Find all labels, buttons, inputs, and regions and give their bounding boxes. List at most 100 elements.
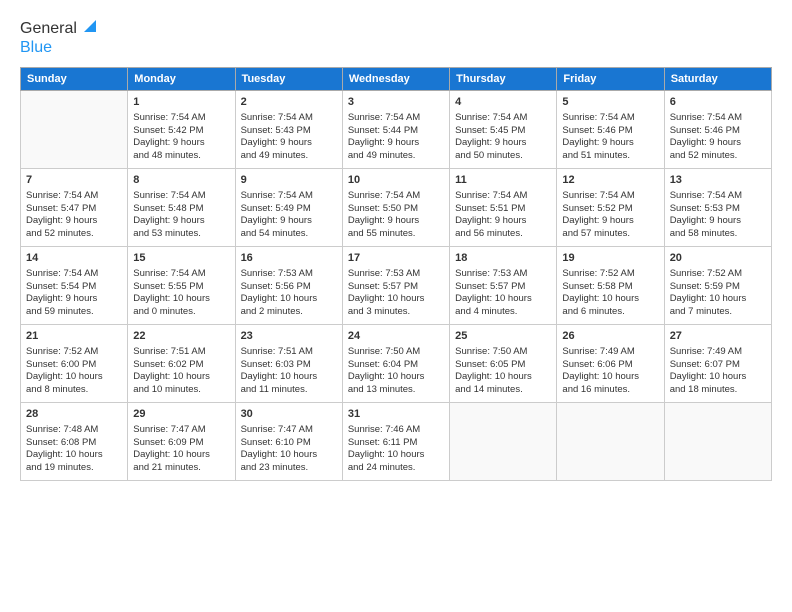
day-cell: 2 Sunrise: 7:54 AM Sunset: 5:43 PM Daylig… — [235, 91, 342, 169]
day-cell: 30Sunrise: 7:47 AM Sunset: 6:10 PM Dayli… — [235, 403, 342, 481]
day-info: Sunrise: 7:47 AM Sunset: 6:10 PM Dayligh… — [241, 424, 337, 475]
week-row-1: 7 Sunrise: 7:54 AM Sunset: 5:47 PM Daylig… — [21, 169, 772, 247]
calendar-table: SundayMondayTuesdayWednesdayThursdayFrid… — [20, 67, 772, 481]
day-number: 28 — [26, 407, 122, 422]
day-info: Sunrise: 7:54 AM Sunset: 5:49 PM Dayligh… — [241, 190, 337, 241]
day-number: 18 — [455, 251, 551, 266]
day-number: 3 — [348, 95, 444, 110]
week-row-0: 1Sunrise: 7:54 AM Sunset: 5:42 PM Daylig… — [21, 91, 772, 169]
day-number: 5 — [562, 95, 658, 110]
day-cell: 8 Sunrise: 7:54 AM Sunset: 5:48 PM Daylig… — [128, 169, 235, 247]
day-info: Sunrise: 7:51 AM Sunset: 6:03 PM Dayligh… — [241, 346, 337, 397]
day-cell: 9 Sunrise: 7:54 AM Sunset: 5:49 PM Daylig… — [235, 169, 342, 247]
day-cell: 6 Sunrise: 7:54 AM Sunset: 5:46 PM Daylig… — [664, 91, 771, 169]
day-number: 27 — [670, 329, 766, 344]
header-row: SundayMondayTuesdayWednesdayThursdayFrid… — [21, 68, 772, 91]
weekday-header-monday: Monday — [128, 68, 235, 91]
day-number: 8 — [133, 173, 229, 188]
day-info: Sunrise: 7:54 AM Sunset: 5:46 PM Dayligh… — [670, 112, 766, 163]
day-cell: 1Sunrise: 7:54 AM Sunset: 5:42 PM Daylig… — [128, 91, 235, 169]
day-info: Sunrise: 7:47 AM Sunset: 6:09 PM Dayligh… — [133, 424, 229, 475]
day-cell: 5 Sunrise: 7:54 AM Sunset: 5:46 PM Daylig… — [557, 91, 664, 169]
day-number: 14 — [26, 251, 122, 266]
day-cell: 20 Sunrise: 7:52 AM Sunset: 5:59 PM Dayli… — [664, 247, 771, 325]
weekday-header-saturday: Saturday — [664, 68, 771, 91]
day-info: Sunrise: 7:49 AM Sunset: 6:06 PM Dayligh… — [562, 346, 658, 397]
day-cell — [21, 91, 128, 169]
day-cell: 11Sunrise: 7:54 AM Sunset: 5:51 PM Dayli… — [450, 169, 557, 247]
day-number: 9 — [241, 173, 337, 188]
day-cell: 4Sunrise: 7:54 AM Sunset: 5:45 PM Daylig… — [450, 91, 557, 169]
logo-arrow-icon — [80, 18, 96, 34]
day-info: Sunrise: 7:53 AM Sunset: 5:56 PM Dayligh… — [241, 268, 337, 319]
day-info: Sunrise: 7:48 AM Sunset: 6:08 PM Dayligh… — [26, 424, 122, 475]
week-row-3: 21 Sunrise: 7:52 AM Sunset: 6:00 PM Dayli… — [21, 325, 772, 403]
day-info: Sunrise: 7:54 AM Sunset: 5:48 PM Dayligh… — [133, 190, 229, 241]
day-cell: 16 Sunrise: 7:53 AM Sunset: 5:56 PM Dayli… — [235, 247, 342, 325]
day-info: Sunrise: 7:52 AM Sunset: 5:59 PM Dayligh… — [670, 268, 766, 319]
logo: General Blue — [20, 18, 96, 57]
weekday-header-friday: Friday — [557, 68, 664, 91]
day-info: Sunrise: 7:54 AM Sunset: 5:52 PM Dayligh… — [562, 190, 658, 241]
day-cell: 21 Sunrise: 7:52 AM Sunset: 6:00 PM Dayli… — [21, 325, 128, 403]
day-cell: 24 Sunrise: 7:50 AM Sunset: 6:04 PM Dayli… — [342, 325, 449, 403]
day-info: Sunrise: 7:54 AM Sunset: 5:54 PM Dayligh… — [26, 268, 122, 319]
day-cell: 25 Sunrise: 7:50 AM Sunset: 6:05 PM Dayli… — [450, 325, 557, 403]
day-info: Sunrise: 7:54 AM Sunset: 5:53 PM Dayligh… — [670, 190, 766, 241]
day-number: 21 — [26, 329, 122, 344]
day-number: 13 — [670, 173, 766, 188]
day-number: 25 — [455, 329, 551, 344]
day-cell: 10Sunrise: 7:54 AM Sunset: 5:50 PM Dayli… — [342, 169, 449, 247]
week-row-4: 28 Sunrise: 7:48 AM Sunset: 6:08 PM Dayli… — [21, 403, 772, 481]
day-cell: 31Sunrise: 7:46 AM Sunset: 6:11 PM Dayli… — [342, 403, 449, 481]
day-number: 23 — [241, 329, 337, 344]
day-info: Sunrise: 7:49 AM Sunset: 6:07 PM Dayligh… — [670, 346, 766, 397]
day-info: Sunrise: 7:50 AM Sunset: 6:05 PM Dayligh… — [455, 346, 551, 397]
week-row-2: 14 Sunrise: 7:54 AM Sunset: 5:54 PM Dayli… — [21, 247, 772, 325]
day-number: 6 — [670, 95, 766, 110]
day-number: 17 — [348, 251, 444, 266]
day-info: Sunrise: 7:51 AM Sunset: 6:02 PM Dayligh… — [133, 346, 229, 397]
weekday-header-sunday: Sunday — [21, 68, 128, 91]
day-info: Sunrise: 7:54 AM Sunset: 5:43 PM Dayligh… — [241, 112, 337, 163]
day-cell: 23 Sunrise: 7:51 AM Sunset: 6:03 PM Dayli… — [235, 325, 342, 403]
day-number: 12 — [562, 173, 658, 188]
day-cell: 27 Sunrise: 7:49 AM Sunset: 6:07 PM Dayli… — [664, 325, 771, 403]
logo-blue-text: Blue — [20, 39, 52, 57]
day-cell: 14 Sunrise: 7:54 AM Sunset: 5:54 PM Dayli… — [21, 247, 128, 325]
day-cell: 12 Sunrise: 7:54 AM Sunset: 5:52 PM Dayli… — [557, 169, 664, 247]
day-number: 24 — [348, 329, 444, 344]
day-cell — [557, 403, 664, 481]
day-info: Sunrise: 7:54 AM Sunset: 5:46 PM Dayligh… — [562, 112, 658, 163]
day-number: 15 — [133, 251, 229, 266]
day-info: Sunrise: 7:50 AM Sunset: 6:04 PM Dayligh… — [348, 346, 444, 397]
day-cell: 18Sunrise: 7:53 AM Sunset: 5:57 PM Dayli… — [450, 247, 557, 325]
weekday-header-thursday: Thursday — [450, 68, 557, 91]
day-number: 29 — [133, 407, 229, 422]
day-info: Sunrise: 7:52 AM Sunset: 6:00 PM Dayligh… — [26, 346, 122, 397]
day-cell: 19 Sunrise: 7:52 AM Sunset: 5:58 PM Dayli… — [557, 247, 664, 325]
day-cell: 15 Sunrise: 7:54 AM Sunset: 5:55 PM Dayli… — [128, 247, 235, 325]
day-number: 16 — [241, 251, 337, 266]
day-info: Sunrise: 7:54 AM Sunset: 5:51 PM Dayligh… — [455, 190, 551, 241]
day-cell: 17 Sunrise: 7:53 AM Sunset: 5:57 PM Dayli… — [342, 247, 449, 325]
day-info: Sunrise: 7:54 AM Sunset: 5:47 PM Dayligh… — [26, 190, 122, 241]
day-number: 22 — [133, 329, 229, 344]
day-cell: 26Sunrise: 7:49 AM Sunset: 6:06 PM Dayli… — [557, 325, 664, 403]
day-info: Sunrise: 7:52 AM Sunset: 5:58 PM Dayligh… — [562, 268, 658, 319]
day-info: Sunrise: 7:54 AM Sunset: 5:45 PM Dayligh… — [455, 112, 551, 163]
day-number: 31 — [348, 407, 444, 422]
day-number: 2 — [241, 95, 337, 110]
day-cell: 13 Sunrise: 7:54 AM Sunset: 5:53 PM Dayli… — [664, 169, 771, 247]
day-number: 7 — [26, 173, 122, 188]
day-number: 19 — [562, 251, 658, 266]
day-cell: 29 Sunrise: 7:47 AM Sunset: 6:09 PM Dayli… — [128, 403, 235, 481]
day-number: 10 — [348, 173, 444, 188]
day-info: Sunrise: 7:53 AM Sunset: 5:57 PM Dayligh… — [348, 268, 444, 319]
day-info: Sunrise: 7:54 AM Sunset: 5:55 PM Dayligh… — [133, 268, 229, 319]
day-cell — [664, 403, 771, 481]
logo-general-text: General — [20, 20, 77, 38]
day-number: 1 — [133, 95, 229, 110]
day-number: 20 — [670, 251, 766, 266]
day-cell: 22 Sunrise: 7:51 AM Sunset: 6:02 PM Dayli… — [128, 325, 235, 403]
